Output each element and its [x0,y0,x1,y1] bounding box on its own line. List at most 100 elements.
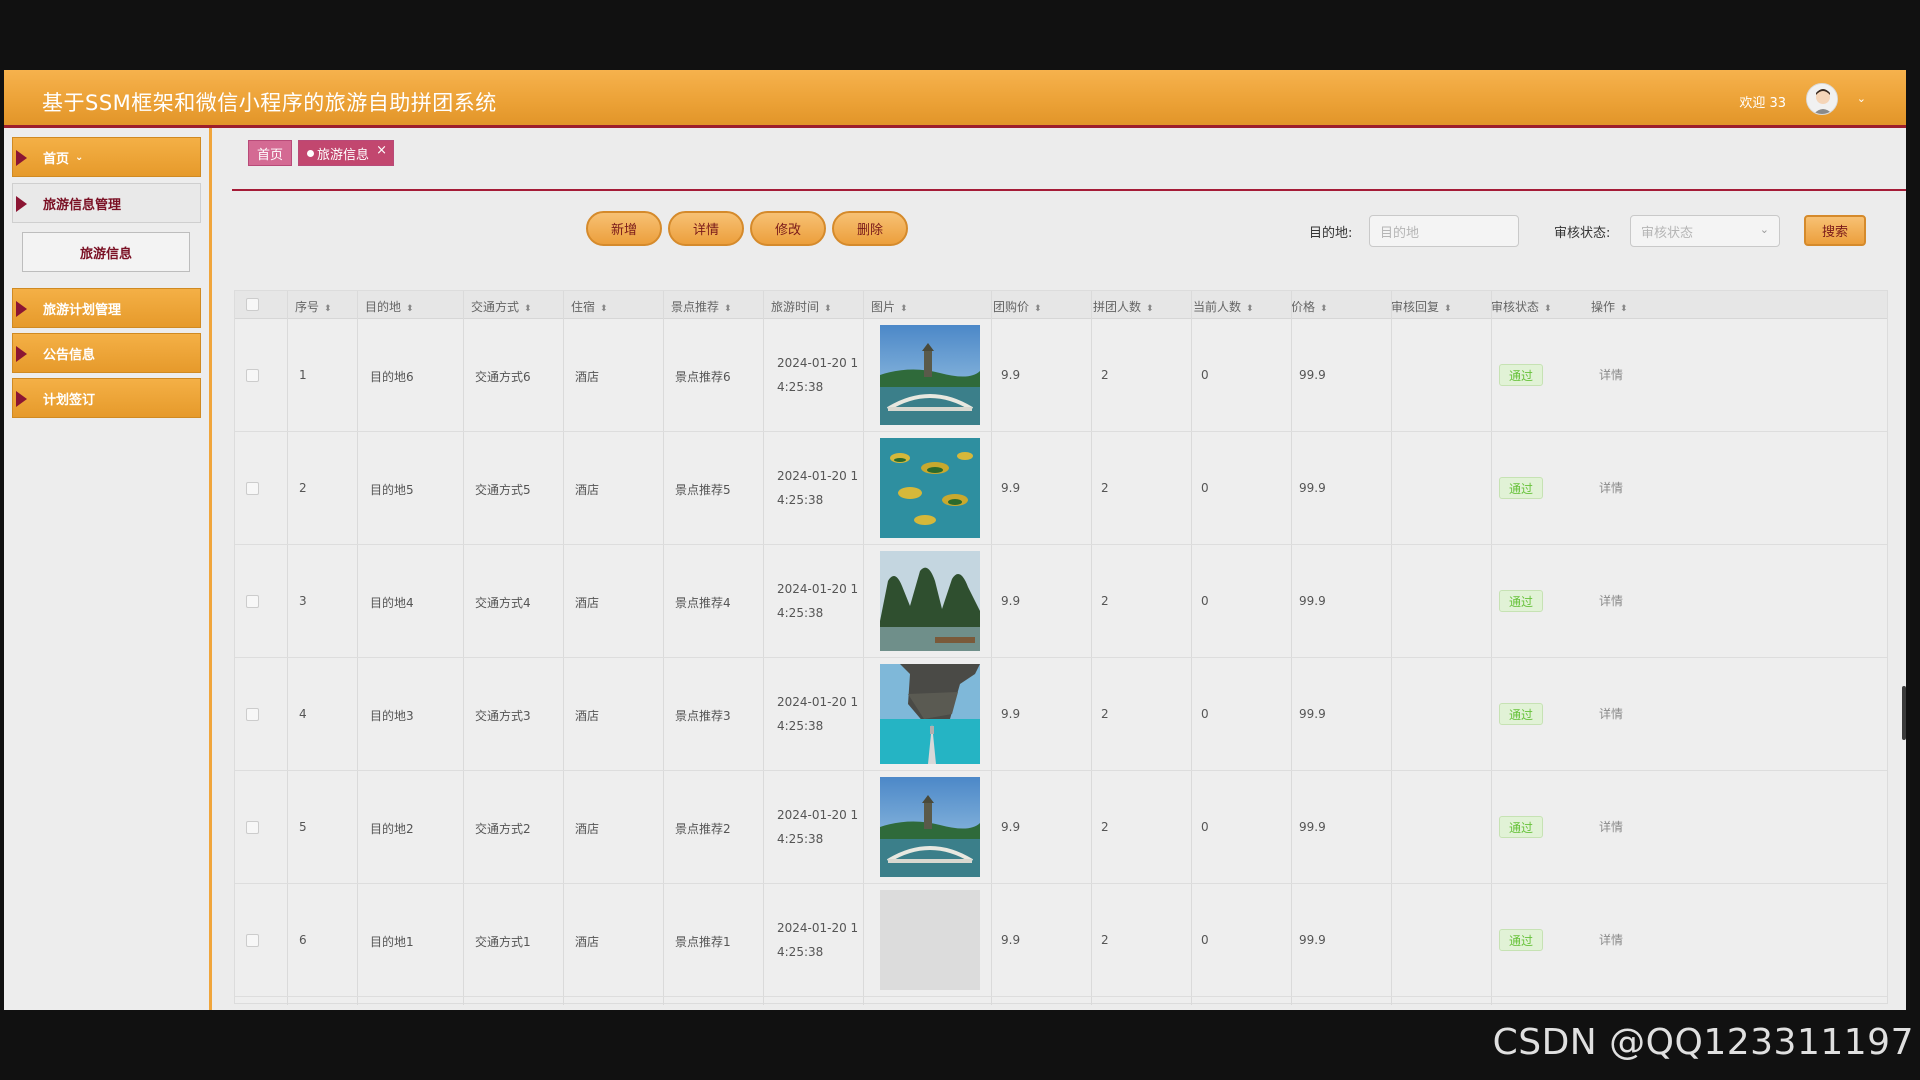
tab-bar: 首页 旅游信息 × [248,140,395,166]
table-row[interactable]: 1 目的地6 交通方式6 酒店 景点推荐6 9.9 2 0 99.9 2024-01-20 1 4:… [235,319,1887,432]
triangle-right-icon [16,346,27,362]
travel-photo [880,325,980,425]
row-checkbox[interactable] [246,708,259,721]
column-header[interactable]: 审核回复 ⬍ [1391,298,1452,315]
column-header[interactable]: 审核状态 ⬍ [1491,298,1552,315]
sort-icon[interactable]: ⬍ [406,304,414,314]
column-header[interactable]: 交通方式 ⬍ [471,298,532,315]
detail-link[interactable]: 详情 [1599,818,1623,835]
group-count-cell: 2 [1101,368,1109,382]
group-price-cell: 9.9 [1001,368,1021,382]
add-button[interactable]: 新增 [586,211,662,246]
row-checkbox[interactable] [246,369,259,382]
column-header[interactable]: 住宿 ⬍ [571,298,608,315]
column-header[interactable]: 图片 ⬍ [871,298,908,315]
hotel-cell: 酒店 [575,370,600,384]
status-badge: 通过 [1499,816,1543,838]
sort-icon[interactable]: ⬍ [600,304,608,314]
destination-cell: 目的地2 [370,822,414,836]
table-row[interactable]: 6 目的地1 交通方式1 酒店 景点推荐1 9.9 2 0 99.9 2024-01-20 1 4:… [235,884,1887,997]
sort-icon[interactable]: ⬍ [900,304,908,314]
sort-icon[interactable]: ⬍ [1620,304,1628,314]
travel-time-line2: 4:25:38 [777,832,824,846]
hotel-cell: 酒店 [575,822,600,836]
travel-time-line1: 2024-01-20 1 [777,808,859,822]
destination-cell: 目的地1 [370,935,414,949]
travel-time-line2: 4:25:38 [777,493,824,507]
sidebar-item-label: 计划签订 [43,392,96,408]
row-index: 1 [299,368,307,382]
sidebar-item-home[interactable]: 首页 ⌄ [12,137,201,177]
sort-icon[interactable]: ⬍ [1146,304,1154,314]
row-checkbox[interactable] [246,934,259,947]
sort-icon[interactable]: ⬍ [1246,304,1254,314]
row-checkbox[interactable] [246,482,259,495]
tab-travel-info[interactable]: 旅游信息 × [298,140,395,166]
detail-link[interactable]: 详情 [1599,592,1623,609]
column-header[interactable]: 拼团人数 ⬍ [1093,298,1154,315]
destination-input[interactable]: 目的地 [1369,215,1519,247]
table-row[interactable]: 4 目的地3 交通方式3 酒店 景点推荐3 9.9 2 0 99.9 2024-01-20 1 4:… [235,658,1887,771]
status-select[interactable]: 审核状态 ⌄ [1630,215,1780,247]
close-icon[interactable]: × [376,143,387,158]
column-header-label: 旅游时间 [771,300,820,314]
select-all-checkbox[interactable] [246,298,259,311]
delete-button[interactable]: 删除 [832,211,908,246]
sidebar-item-plan-signing[interactable]: 计划签订 [12,378,201,418]
sort-icon[interactable]: ⬍ [1034,304,1042,314]
row-checkbox[interactable] [246,821,259,834]
chevron-down-icon: ⌄ [75,151,84,163]
current-count-cell: 0 [1201,368,1209,382]
table-row[interactable]: 3 目的地4 交通方式4 酒店 景点推荐4 9.9 2 0 99.9 2024-01-20 1 4:… [235,545,1887,658]
search-button[interactable]: 搜索 [1804,215,1866,246]
column-header[interactable]: 价格 ⬍ [1291,298,1328,315]
column-header[interactable]: 景点推荐 ⬍ [671,298,732,315]
detail-link[interactable]: 详情 [1599,479,1623,496]
sidebar-item-travel-info-mgmt[interactable]: 旅游信息管理 [12,183,201,223]
sort-icon[interactable]: ⬍ [1544,304,1552,314]
group-count-cell: 2 [1101,707,1109,721]
sidebar-item-announcements[interactable]: 公告信息 [12,333,201,373]
sort-icon[interactable]: ⬍ [1320,304,1328,314]
column-header-label: 团购价 [993,300,1030,314]
column-header-label: 审核状态 [1491,300,1540,314]
column-header-label: 序号 [295,300,320,314]
detail-link[interactable]: 详情 [1599,931,1623,948]
edit-button[interactable]: 修改 [750,211,826,246]
column-header[interactable]: 操作 ⬍ [1591,298,1628,315]
group-count-cell: 2 [1101,481,1109,495]
detail-button[interactable]: 详情 [668,211,744,246]
sort-icon[interactable]: ⬍ [824,304,832,314]
sort-icon[interactable]: ⬍ [524,304,532,314]
sidebar-item-travel-plan-mgmt[interactable]: 旅游计划管理 [12,288,201,328]
transport-cell: 交通方式6 [475,370,531,384]
column-header[interactable]: 序号 ⬍ [295,298,332,315]
row-checkbox[interactable] [246,595,259,608]
sort-icon[interactable]: ⬍ [724,304,732,314]
chevron-down-icon: ⌄ [1759,223,1769,236]
column-header[interactable]: 团购价 ⬍ [993,298,1042,315]
avatar[interactable] [1806,83,1838,115]
detail-link[interactable]: 详情 [1599,366,1623,383]
sidebar-item-label: 公告信息 [43,347,96,363]
column-header[interactable]: 当前人数 ⬍ [1193,298,1254,315]
transport-cell: 交通方式1 [475,935,531,949]
tab-home[interactable]: 首页 [248,140,293,166]
detail-link[interactable]: 详情 [1599,705,1623,722]
status-select-value: 审核状态 [1641,225,1694,241]
sidebar: 首页 ⌄ 旅游信息管理 旅游信息 旅游计划管理 公告信息 计划签订 [4,128,212,1010]
table-row[interactable]: 5 目的地2 交通方式2 酒店 景点推荐2 9.9 2 0 99.9 2024-01-20 1 4:… [235,771,1887,884]
scrollbar[interactable] [1902,686,1906,740]
transport-cell: 交通方式2 [475,822,531,836]
price-cell: 99.9 [1299,820,1326,834]
column-header[interactable]: 目的地 ⬍ [365,298,414,315]
sidebar-subitem-travel-info[interactable]: 旅游信息 [22,232,190,272]
column-header[interactable]: 旅游时间 ⬍ [771,298,832,315]
chevron-down-icon[interactable]: ⌄ [1857,92,1866,105]
active-dot-icon [307,149,315,157]
sort-icon[interactable]: ⬍ [324,304,332,314]
table-row[interactable]: 2 目的地5 交通方式5 酒店 景点推荐5 9.9 2 0 99.9 2024-01-20 1 4:… [235,432,1887,545]
sort-icon[interactable]: ⬍ [1444,304,1452,314]
travel-time-line1: 2024-01-20 1 [777,582,859,596]
column-header-label: 拼团人数 [1093,300,1142,314]
